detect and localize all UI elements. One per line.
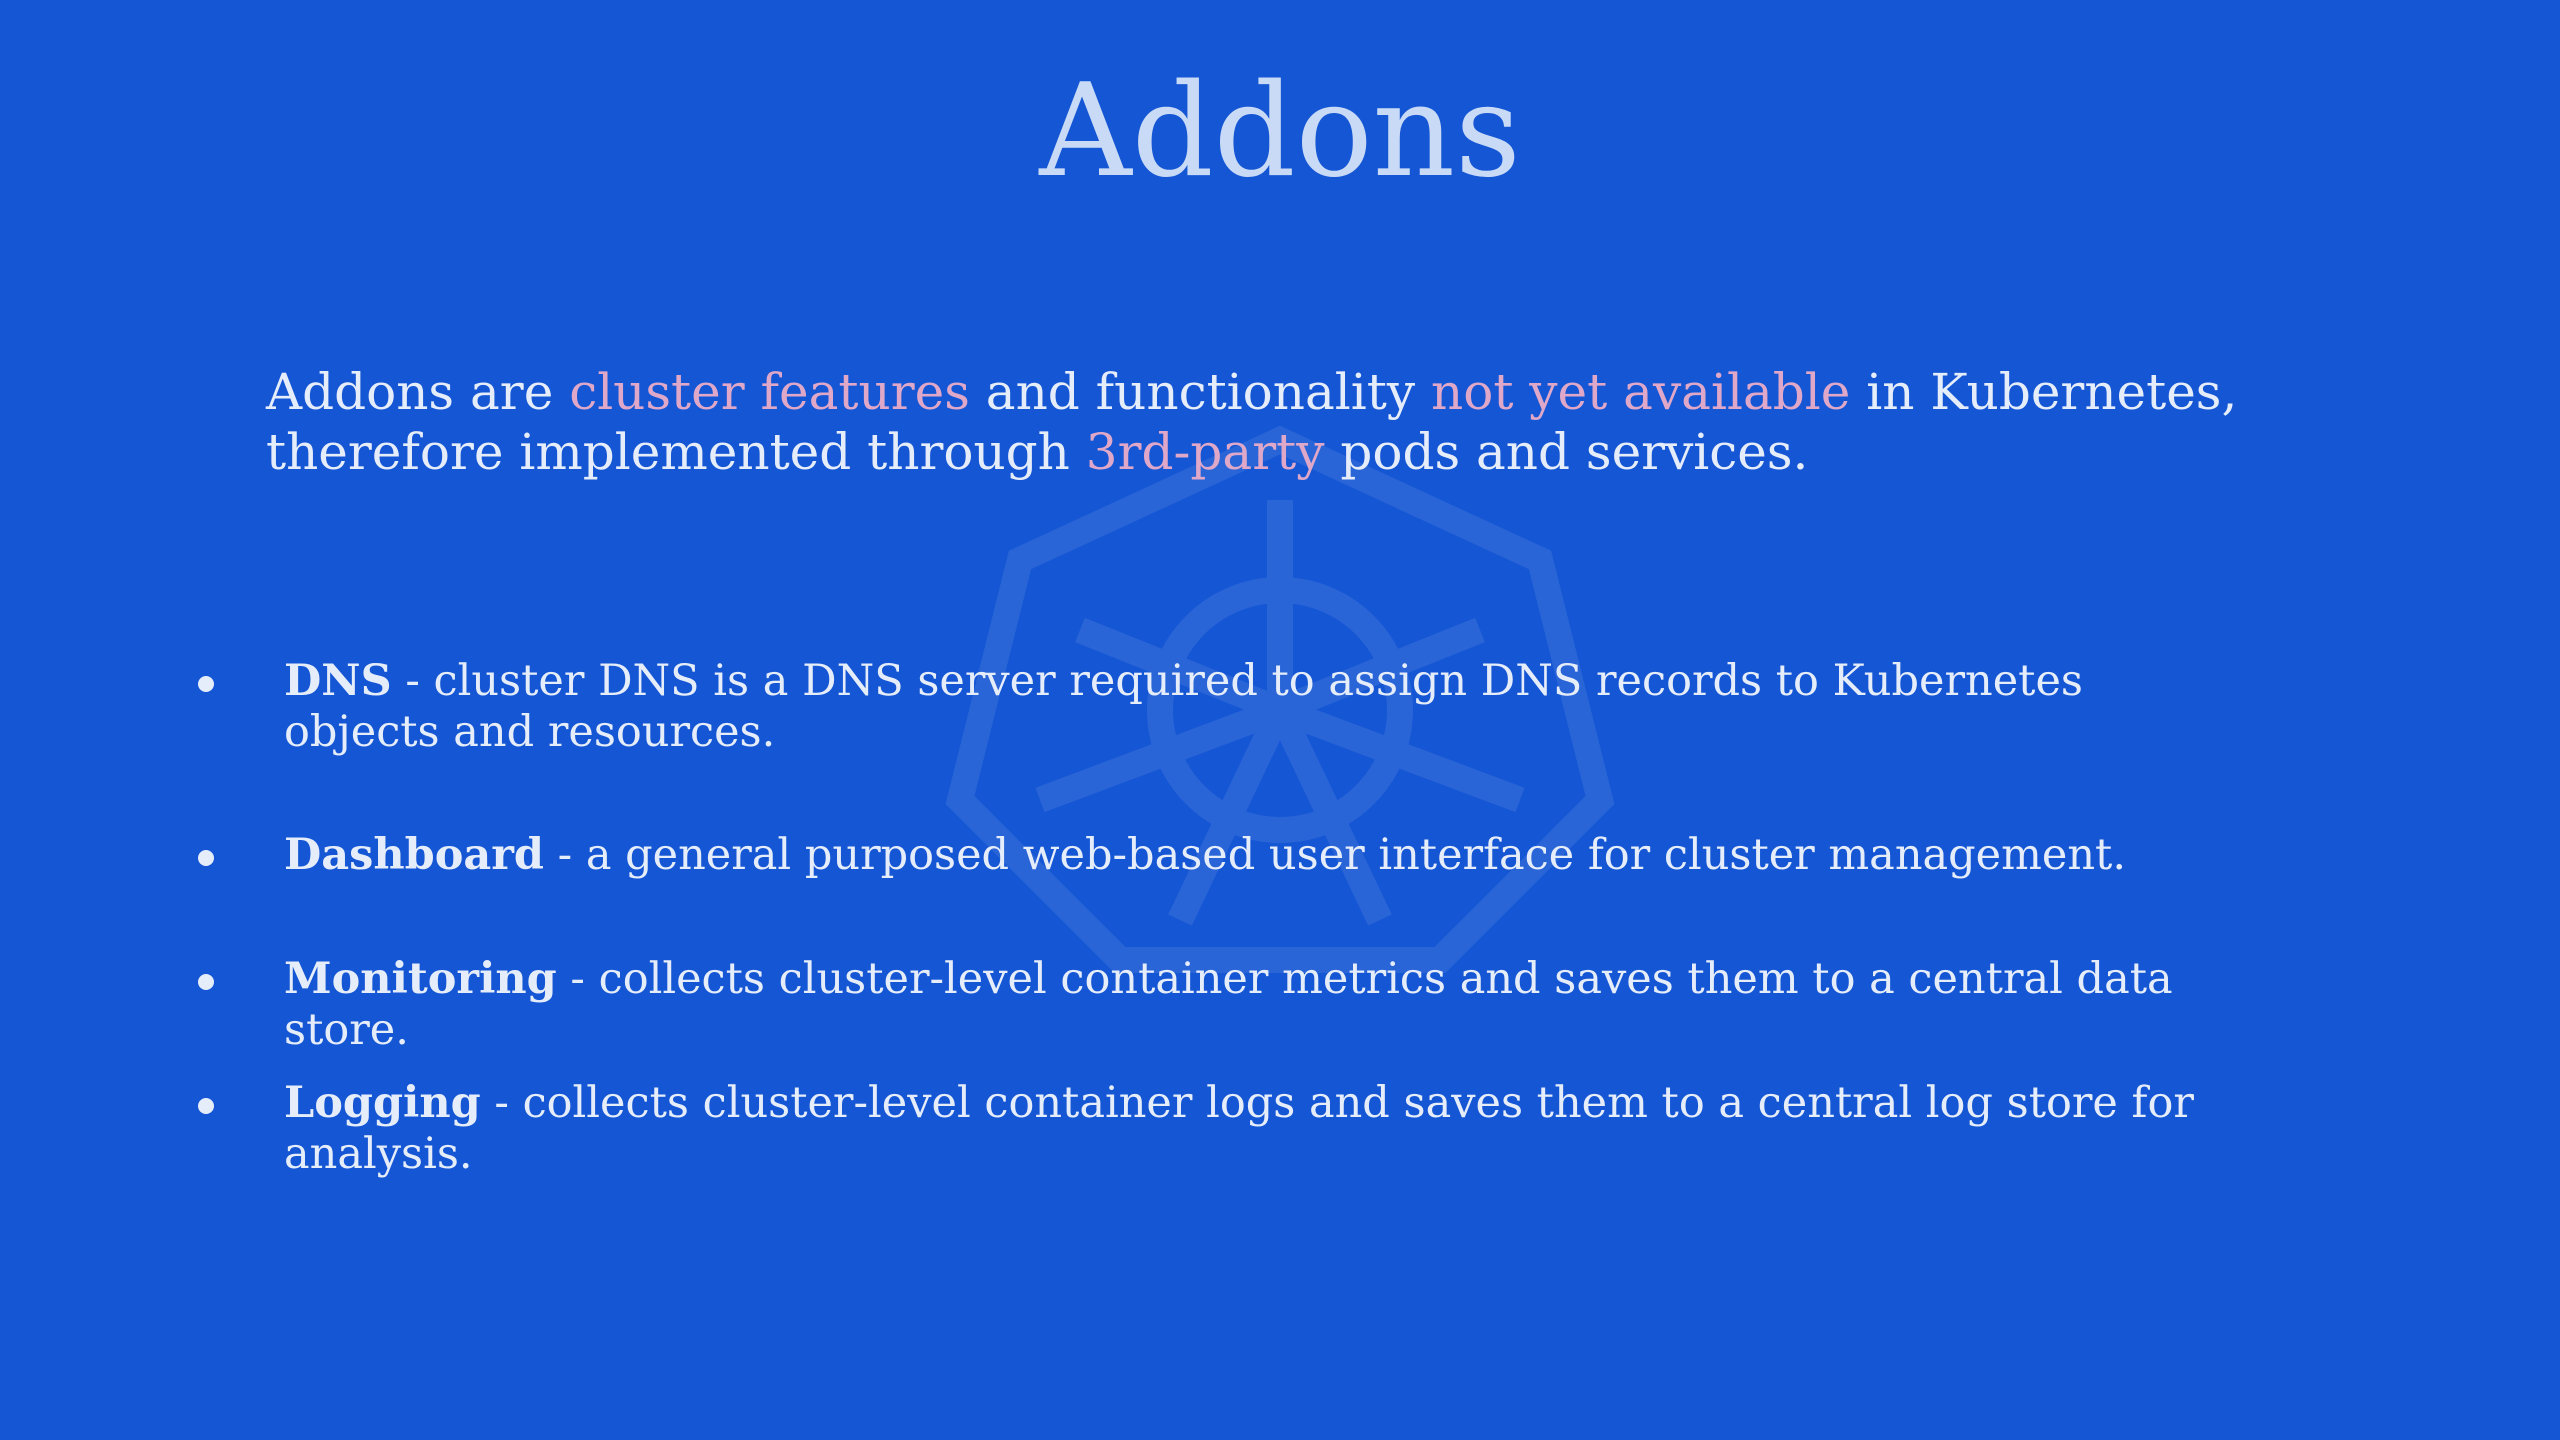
list-item-description: - collects cluster-level container logs … bbox=[284, 1078, 2194, 1179]
list-item-term: Logging bbox=[284, 1078, 481, 1128]
list-item-description: - cluster DNS is a DNS server required t… bbox=[284, 656, 2083, 757]
bullet-dot-icon bbox=[198, 974, 214, 990]
intro-text-1: Addons are bbox=[266, 363, 570, 421]
list-item-text: DNS - cluster DNS is a DNS server requir… bbox=[284, 656, 2244, 758]
intro-text-4: pods and services. bbox=[1324, 423, 1809, 481]
list-item-term: Dashboard bbox=[284, 830, 544, 880]
list-item-description: - collects cluster-level container metri… bbox=[284, 954, 2173, 1055]
intro-highlight-3rd-party: 3rd-party bbox=[1085, 423, 1325, 481]
list-item-term: Monitoring bbox=[284, 954, 557, 1004]
intro-highlight-not-yet-available: not yet available bbox=[1431, 363, 1851, 421]
intro-text-2: and functionality bbox=[969, 363, 1432, 421]
list-item-text: Logging - collects cluster-level contain… bbox=[284, 1078, 2244, 1180]
intro-paragraph: Addons are cluster features and function… bbox=[266, 362, 2366, 482]
list-item-text: Monitoring - collects cluster-level cont… bbox=[284, 954, 2244, 1056]
bullet-dot-icon bbox=[198, 850, 214, 866]
bullet-dot-icon bbox=[198, 676, 214, 692]
intro-highlight-cluster-features: cluster features bbox=[569, 363, 970, 421]
list-item-term: DNS bbox=[284, 656, 392, 706]
slide-title: Addons bbox=[1039, 57, 1521, 206]
slide: Addons Addons are cluster features and f… bbox=[0, 0, 2560, 1440]
list-item-text: Dashboard - a general purposed web-based… bbox=[284, 830, 2244, 881]
list-item-description: - a general purposed web-based user inte… bbox=[543, 830, 2126, 880]
bullet-dot-icon bbox=[198, 1098, 214, 1114]
